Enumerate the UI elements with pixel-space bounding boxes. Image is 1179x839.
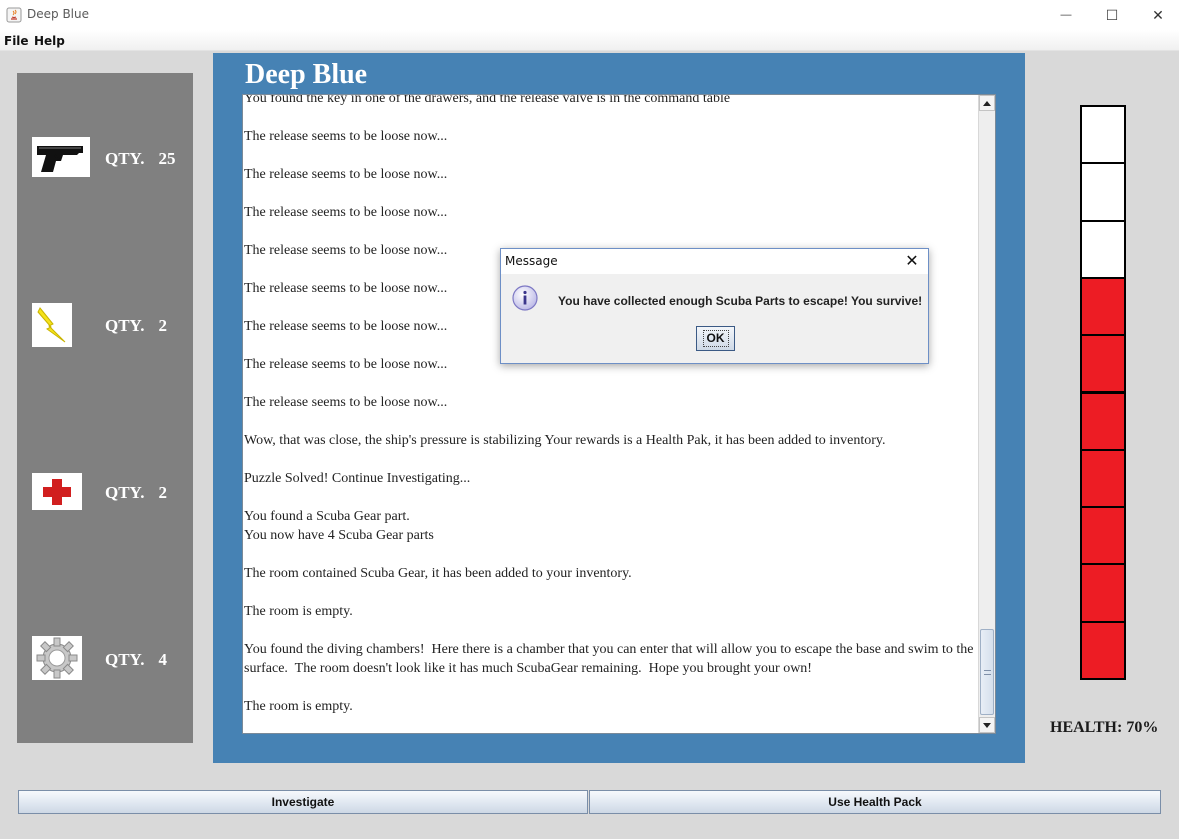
health-bar bbox=[1080, 105, 1126, 680]
health-segment bbox=[1082, 565, 1124, 621]
menu-help[interactable]: Help bbox=[34, 34, 65, 48]
health-segment bbox=[1082, 221, 1124, 277]
use-health-pack-button[interactable]: Use Health Pack bbox=[589, 790, 1161, 814]
scroll-up-button[interactable] bbox=[979, 95, 995, 111]
dialog-title: Message bbox=[505, 254, 558, 268]
title-bar: Deep Blue — ☐ ✕ bbox=[0, 0, 1179, 30]
dialog-title-bar: Message ✕ bbox=[501, 249, 928, 274]
ok-label: OK bbox=[702, 330, 729, 347]
qty-label: QTY. bbox=[105, 650, 145, 669]
investigate-button[interactable]: Investigate bbox=[18, 790, 588, 814]
dialog-message: You have collected enough Scuba Parts to… bbox=[558, 294, 923, 308]
health-segment bbox=[1082, 336, 1124, 392]
inventory-qty-pistol: QTY. 25 bbox=[105, 149, 176, 169]
lightning-icon bbox=[32, 303, 72, 347]
inventory-qty-energy: QTY. 2 bbox=[105, 316, 167, 336]
health-segment bbox=[1082, 107, 1124, 163]
scroll-down-button[interactable] bbox=[979, 717, 995, 733]
health-segment bbox=[1082, 450, 1124, 507]
qty-value: 2 bbox=[158, 483, 168, 502]
pistol-icon bbox=[32, 137, 90, 177]
health-label: HEALTH: 70% bbox=[1050, 719, 1159, 736]
inventory-qty-health: QTY. 2 bbox=[105, 483, 167, 503]
message-dialog: Message ✕ You have collected enough Scub… bbox=[500, 248, 929, 364]
minimize-button[interactable]: — bbox=[1043, 0, 1089, 30]
info-icon bbox=[512, 285, 538, 311]
dialog-close-button[interactable]: ✕ bbox=[901, 251, 923, 271]
java-app-icon bbox=[6, 7, 22, 23]
health-segment bbox=[1082, 622, 1124, 678]
close-icon: ✕ bbox=[905, 253, 919, 270]
minimize-icon: — bbox=[1060, 9, 1072, 21]
medical-cross-icon bbox=[32, 473, 82, 510]
close-window-button[interactable]: ✕ bbox=[1135, 0, 1179, 30]
health-segment bbox=[1082, 508, 1124, 564]
maximize-button[interactable]: ☐ bbox=[1089, 0, 1135, 30]
game-log-area[interactable]: You found the key in one of the drawers,… bbox=[242, 94, 996, 734]
inventory-panel: QTY. 25 QTY. 2 QTY. 2 QTY. 4 bbox=[17, 73, 193, 743]
ok-button[interactable]: OK bbox=[696, 326, 735, 351]
window-title: Deep Blue bbox=[27, 7, 89, 21]
menu-file[interactable]: File bbox=[4, 34, 29, 48]
game-panel: Deep Blue You found the key in one of th… bbox=[213, 53, 1025, 763]
scroll-thumb[interactable] bbox=[980, 629, 994, 715]
qty-value: 25 bbox=[158, 149, 176, 168]
maximize-icon: ☐ bbox=[1105, 6, 1119, 23]
health-segment bbox=[1082, 393, 1124, 449]
menu-bar: File Help bbox=[0, 30, 1179, 51]
game-title: Deep Blue bbox=[245, 59, 368, 90]
qty-label: QTY. bbox=[105, 149, 145, 168]
log-scrollbar[interactable] bbox=[978, 95, 995, 733]
close-icon: ✕ bbox=[1152, 6, 1164, 23]
health-segment bbox=[1082, 164, 1124, 220]
arrow-down-icon bbox=[983, 722, 991, 728]
gear-icon bbox=[32, 636, 82, 680]
game-log-text: You found the key in one of the drawers,… bbox=[244, 94, 974, 714]
qty-value: 4 bbox=[158, 650, 168, 669]
health-segment bbox=[1082, 278, 1124, 335]
inventory-qty-scuba-parts: QTY. 4 bbox=[105, 650, 167, 670]
qty-value: 2 bbox=[158, 316, 168, 335]
qty-label: QTY. bbox=[105, 316, 145, 335]
arrow-up-icon bbox=[983, 100, 991, 106]
qty-label: QTY. bbox=[105, 483, 145, 502]
grip-icon bbox=[984, 670, 991, 675]
